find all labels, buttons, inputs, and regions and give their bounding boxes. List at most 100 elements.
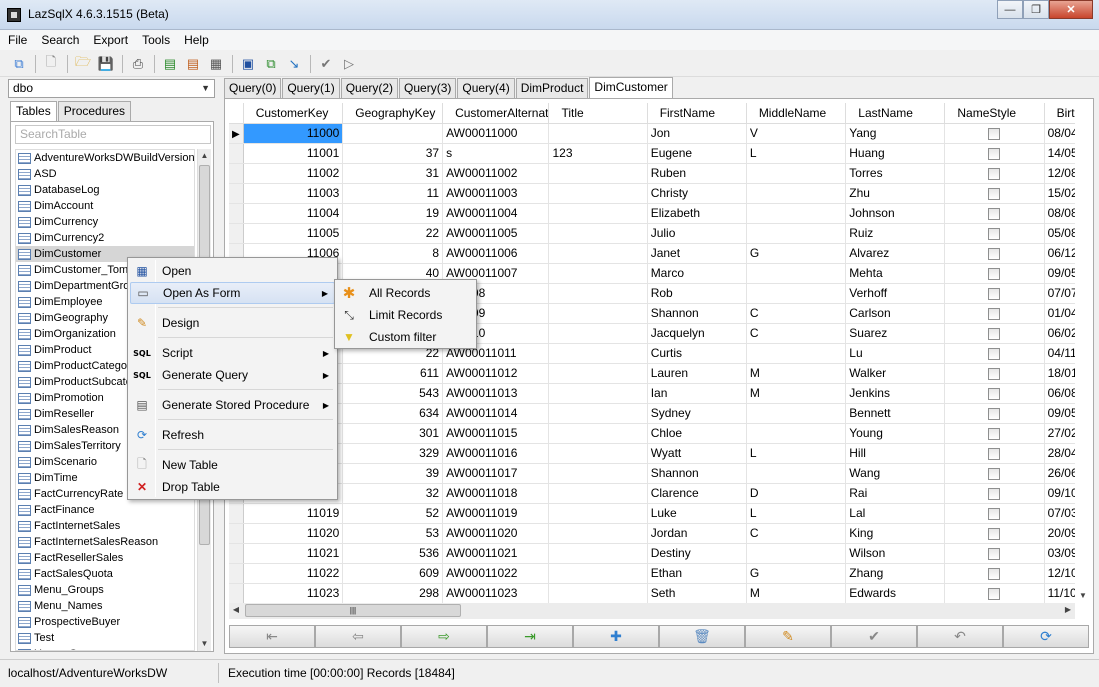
table-cell[interactable]: 609 — [342, 563, 444, 584]
table-cell[interactable]: 543 — [342, 383, 444, 404]
menu-item-new-table[interactable]: 🗋 New Table — [130, 454, 335, 476]
table-cell[interactable]: Johnson — [845, 203, 946, 224]
check-icon[interactable]: ✔ — [315, 53, 337, 75]
table-cell[interactable] — [548, 463, 648, 484]
next-record-button[interactable]: ⇨ — [401, 625, 487, 648]
menu-export[interactable]: Export — [93, 33, 128, 47]
table-cell[interactable]: Curtis — [647, 343, 747, 364]
grid-vertical-scrollbar[interactable]: ▼ — [1075, 103, 1091, 603]
query-tab[interactable]: Query(3) — [399, 78, 457, 98]
table-cell[interactable] — [548, 243, 648, 264]
table-row[interactable]: 11023 298 AW00011023 Seth M Edwards 11/10 — [229, 583, 1091, 603]
table-cell[interactable]: Walker — [845, 363, 946, 384]
tab-procedures[interactable]: Procedures — [57, 101, 132, 121]
table-cell[interactable] — [746, 423, 847, 444]
table-cell[interactable] — [548, 163, 648, 184]
table-cell[interactable]: Rai — [845, 483, 946, 504]
table-list-item[interactable]: ASD — [16, 166, 194, 182]
table-cell[interactable]: Yang — [845, 123, 946, 144]
table-cell[interactable]: Lu — [845, 343, 946, 364]
table-cell[interactable]: 11021 — [243, 543, 344, 564]
table-cell[interactable]: Torres — [845, 163, 946, 184]
maximize-button[interactable]: ❐ — [1023, 0, 1049, 19]
table-cell[interactable] — [548, 183, 648, 204]
table-cell[interactable]: V — [746, 123, 847, 144]
menu-item-generate-stored-procedure[interactable]: ▤ Generate Stored Procedure ▶ — [130, 394, 335, 416]
column-header[interactable]: Title — [548, 103, 648, 124]
checkbox[interactable] — [988, 187, 1001, 200]
table-cell[interactable] — [746, 263, 847, 284]
table-cell[interactable]: 8 — [342, 243, 444, 264]
query-tab[interactable]: DimCustomer — [589, 77, 673, 99]
table-cell[interactable]: Wyatt — [647, 443, 747, 464]
table-cell[interactable]: Suarez — [845, 323, 946, 344]
checkbox-cell[interactable] — [944, 263, 1045, 284]
row-indicator[interactable] — [229, 503, 244, 524]
edit-record-button[interactable]: ✎ — [745, 625, 831, 648]
menu-item-drop-table[interactable]: ✕ Drop Table — [130, 476, 335, 498]
checkbox-cell[interactable] — [944, 143, 1045, 164]
checkbox-cell[interactable] — [944, 503, 1045, 524]
new-icon[interactable]: 🗋 — [40, 53, 62, 75]
table-cell[interactable]: AW00011014 — [442, 403, 550, 424]
design-icon[interactable]: ▣ — [237, 53, 259, 75]
query-tab[interactable]: Query(4) — [457, 78, 515, 98]
table-cell[interactable]: Julio — [647, 223, 747, 244]
table-cell[interactable]: AW00011005 — [442, 223, 550, 244]
column-header[interactable]: FirstName — [647, 103, 747, 124]
table-cell[interactable]: 11004 — [243, 203, 344, 224]
table-cell[interactable]: Shannon — [647, 463, 747, 484]
table-row[interactable]: 11002 31 AW00011002 Ruben Torres 12/08 — [229, 163, 1091, 184]
copy-icon[interactable]: ⧉ — [260, 53, 282, 75]
checkbox[interactable] — [988, 467, 1001, 480]
table-list-item[interactable]: ProspectiveBuyer — [16, 614, 194, 630]
table-cell[interactable]: 123 — [548, 143, 648, 164]
table-row[interactable]: 11020 53 AW00011020 Jordan C King 20/09 — [229, 523, 1091, 544]
table-cell[interactable]: G — [746, 563, 847, 584]
row-indicator[interactable] — [229, 583, 244, 603]
table-row[interactable]: 32 AW00011018 Clarence D Rai 09/10 — [229, 483, 1091, 504]
checkbox[interactable] — [988, 567, 1001, 580]
menu-file[interactable]: File — [8, 33, 27, 47]
table-row[interactable]: 11005 22 AW00011005 Julio Ruiz 05/08 — [229, 223, 1091, 244]
checkbox[interactable] — [988, 127, 1001, 140]
delete-record-button[interactable]: 🗑 — [659, 625, 745, 648]
table-cell[interactable]: 329 — [342, 443, 444, 464]
row-indicator[interactable] — [229, 543, 244, 564]
table-cell[interactable] — [548, 583, 648, 603]
table-cell[interactable]: Ruben — [647, 163, 747, 184]
checkbox-cell[interactable] — [944, 543, 1045, 564]
checkbox[interactable] — [988, 267, 1001, 280]
table-cell[interactable]: 11020 — [243, 523, 344, 544]
table-cell[interactable]: Wilson — [845, 543, 946, 564]
checkbox-cell[interactable] — [944, 283, 1045, 304]
menu-item-all-records[interactable]: ✱ All Records — [337, 282, 474, 304]
table-list-item[interactable]: FactResellerSales — [16, 550, 194, 566]
last-record-button[interactable]: ⇥ — [487, 625, 573, 648]
checkbox[interactable] — [988, 447, 1001, 460]
table-cell[interactable] — [746, 163, 847, 184]
table-cell[interactable]: Marco — [647, 263, 747, 284]
table-cell[interactable]: Edwards — [845, 583, 946, 603]
table-cell[interactable]: AW00011002 — [442, 163, 550, 184]
checkbox-cell[interactable] — [944, 483, 1045, 504]
checkbox-cell[interactable] — [944, 203, 1045, 224]
table-cell[interactable]: s — [442, 143, 550, 164]
table-cell[interactable] — [746, 223, 847, 244]
table-cell[interactable] — [548, 263, 648, 284]
table-cell[interactable]: AW00011016 — [442, 443, 550, 464]
row-indicator[interactable] — [229, 143, 244, 164]
table-cell[interactable]: M — [746, 363, 847, 384]
row-indicator[interactable] — [229, 563, 244, 584]
table-cell[interactable] — [548, 423, 648, 444]
table-cell[interactable]: Lauren — [647, 363, 747, 384]
scroll-right-icon[interactable]: ▶ — [1061, 603, 1075, 617]
table-row[interactable]: ▶ 11000 AW00011000 Jon V Yang 08/04 — [229, 123, 1091, 144]
scroll-up-icon[interactable]: ▲ — [198, 149, 211, 163]
table-cell[interactable]: L — [746, 443, 847, 464]
table-cell[interactable]: Wang — [845, 463, 946, 484]
table-cell[interactable] — [548, 443, 648, 464]
table-cell[interactable]: 298 — [342, 583, 444, 603]
column-header[interactable]: NameStyle — [944, 103, 1045, 124]
post-record-button[interactable]: ✔ — [831, 625, 917, 648]
